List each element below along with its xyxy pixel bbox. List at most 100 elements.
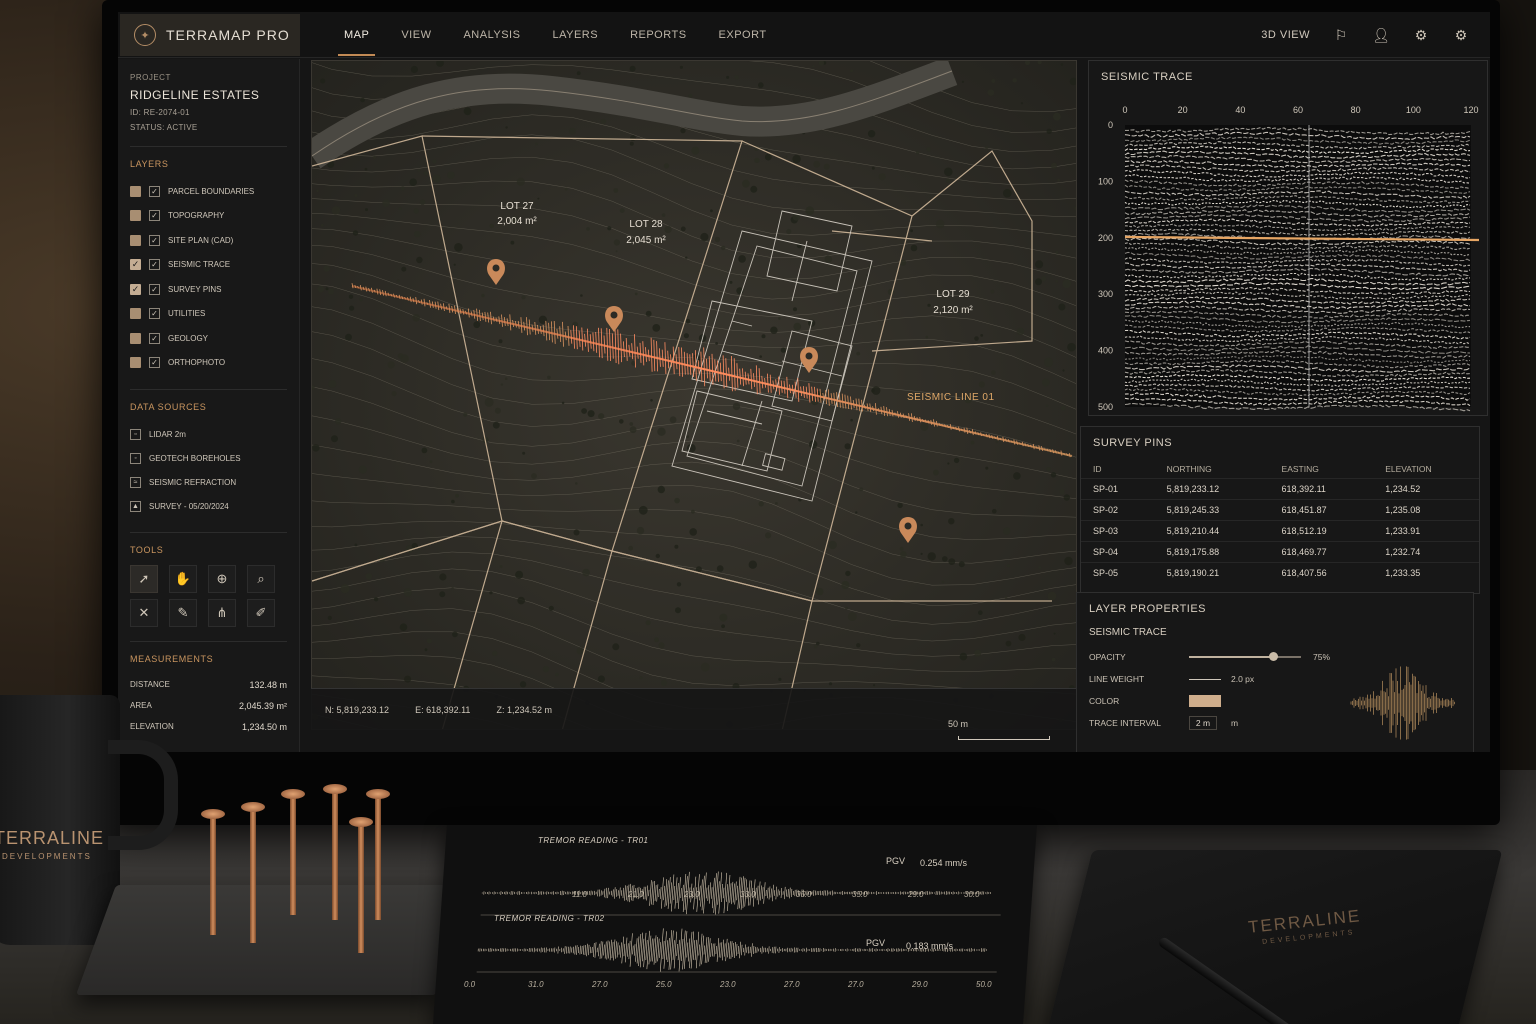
nav-view[interactable]: VIEW xyxy=(385,12,447,58)
shrub xyxy=(657,427,666,436)
shrub xyxy=(400,186,405,191)
layer-visibility-checkbox[interactable]: ✓ xyxy=(130,259,141,271)
pan-tool-icon[interactable]: ✋ xyxy=(169,565,197,593)
layer-visibility-checkbox[interactable] xyxy=(130,234,141,246)
data-source-item[interactable]: ▲ SURVEY - 05/20/2024 xyxy=(130,494,287,518)
layer-select-checkbox[interactable]: ✓ xyxy=(149,283,160,295)
nav-reports[interactable]: REPORTS xyxy=(614,12,702,58)
measurement-elevation: ELEVATION 1,234.50 m xyxy=(130,721,287,732)
table-row[interactable]: SP-04 5,819,175.88 618,469.77 1,232.74 xyxy=(1081,541,1479,563)
measure-tool-icon[interactable]: ✕ xyxy=(130,599,158,627)
pencil-icon[interactable]: ✎ xyxy=(169,599,197,627)
layer-visibility-checkbox[interactable] xyxy=(130,308,141,320)
trace-interval-input[interactable]: 2 m xyxy=(1189,716,1217,730)
layer-select-checkbox[interactable]: ✓ xyxy=(149,357,160,369)
measurements-section: MEASUREMENTS DISTANCE 132.48 m AREA 2,045.… xyxy=(130,641,287,737)
layer-row[interactable]: ✓ GEOLOGY xyxy=(130,326,287,351)
nav-export[interactable]: EXPORT xyxy=(703,12,783,58)
opacity-knob[interactable] xyxy=(1269,652,1278,661)
shrub xyxy=(714,236,721,243)
shrub xyxy=(948,558,956,565)
brand[interactable]: ✦ TERRAMAP PRO xyxy=(120,14,300,56)
table-row[interactable]: SP-02 5,819,245.33 618,451.87 1,235.08 xyxy=(1081,499,1479,521)
layer-row[interactable]: ✓ ORTHOPHOTO xyxy=(130,351,287,376)
map-canvas[interactable]: LOT 27 2,004 m² LOT 28 2,045 m² LOT 29 2… xyxy=(311,60,1077,730)
color-swatch[interactable] xyxy=(1189,695,1221,707)
layer-visibility-checkbox[interactable]: ✓ xyxy=(130,283,141,295)
shrub xyxy=(845,570,851,577)
nav-map[interactable]: MAP xyxy=(328,12,385,58)
shrub xyxy=(824,255,833,263)
bookmark-icon[interactable]: ⚐ xyxy=(1332,26,1350,44)
search-icon[interactable]: ⌕ xyxy=(247,565,275,593)
tremor-wiggle xyxy=(687,938,691,962)
x-tick-label: 100 xyxy=(1406,105,1421,115)
column-header[interactable]: NORTHING xyxy=(1155,459,1270,479)
layer-select-checkbox[interactable]: ✓ xyxy=(149,308,160,320)
tremor-wiggle xyxy=(659,942,661,958)
edit-icon[interactable]: ✐ xyxy=(247,599,275,627)
layer-select-checkbox[interactable]: ✓ xyxy=(149,185,160,197)
layer-row[interactable]: ✓ ✓ SEISMIC TRACE xyxy=(130,253,287,278)
layer-visibility-checkbox[interactable] xyxy=(130,185,141,197)
table-row[interactable]: SP-05 5,819,190.21 618,407.56 1,233.35 xyxy=(1081,562,1479,584)
table-cell: 5,819,190.21 xyxy=(1154,562,1270,584)
layer-select-checkbox[interactable]: ✓ xyxy=(149,234,160,246)
shrub xyxy=(645,310,652,317)
tremor-wiggle xyxy=(635,938,638,962)
tremor-wiggle xyxy=(686,942,689,958)
opacity-slider[interactable] xyxy=(1189,652,1301,661)
tremor-wiggle xyxy=(787,889,789,897)
zoom-in-icon[interactable]: ⊕ xyxy=(208,565,236,593)
tremor-wiggle xyxy=(758,881,761,905)
layer-visibility-checkbox[interactable] xyxy=(130,357,141,369)
layer-select-checkbox[interactable]: ✓ xyxy=(149,210,160,222)
tremor-tick-label: 27.0 xyxy=(784,980,800,989)
column-header[interactable]: ELEVATION xyxy=(1373,459,1479,479)
shrub xyxy=(770,326,778,334)
data-source-item[interactable]: ▫ LIDAR 2m xyxy=(130,422,287,446)
scale-bar xyxy=(958,736,1050,740)
nav-layers[interactable]: LAYERS xyxy=(536,12,614,58)
layer-row[interactable]: ✓ SITE PLAN (CAD) xyxy=(130,228,287,253)
tremor-wiggle xyxy=(604,888,606,898)
column-header[interactable]: ID xyxy=(1081,459,1155,479)
tremor-tick-label: 25.0 xyxy=(656,980,672,989)
data-source-item[interactable]: ◦ GEOTECH BOREHOLES xyxy=(130,446,287,470)
layer-row[interactable]: ✓ UTILITIES xyxy=(130,302,287,327)
shrub xyxy=(607,226,612,231)
user-icon[interactable]: 👤︎ xyxy=(1372,26,1390,44)
shrub xyxy=(1038,566,1042,569)
table-row[interactable]: SP-01 5,819,233.12 618,392.11 1,234.52 xyxy=(1081,478,1479,500)
tremor-wiggle xyxy=(579,945,581,955)
layer-visibility-checkbox[interactable] xyxy=(130,332,141,344)
shrub xyxy=(619,419,624,424)
settings-icon[interactable]: ⚙ xyxy=(1452,26,1470,44)
shrub xyxy=(630,135,636,141)
layer-select-checkbox[interactable]: ✓ xyxy=(149,259,160,271)
gear-icon[interactable]: ⚙ xyxy=(1412,26,1430,44)
shrub xyxy=(391,391,397,397)
layer-row[interactable]: ✓ PARCEL BOUNDARIES xyxy=(130,179,287,204)
layer-select-checkbox[interactable]: ✓ xyxy=(149,332,160,344)
nav-analysis[interactable]: ANALYSIS xyxy=(447,12,536,58)
column-header[interactable]: EASTING xyxy=(1270,459,1374,479)
tremor-wiggle xyxy=(730,941,733,959)
shrub xyxy=(629,422,634,426)
layer-row[interactable]: ✓ ✓ SURVEY PINS xyxy=(130,277,287,302)
data-source-item[interactable]: ≈ SEISMIC REFRACTION xyxy=(130,470,287,494)
tremor-wiggle xyxy=(624,885,626,901)
layer-visibility-checkbox[interactable] xyxy=(130,210,141,222)
view-3d-button[interactable]: 3D VIEW xyxy=(1261,29,1310,41)
select-tool-icon[interactable]: ➚ xyxy=(130,565,158,593)
tremor-wiggle xyxy=(604,941,607,959)
shrub xyxy=(721,624,725,629)
node-tool-icon[interactable]: ⋔ xyxy=(208,599,236,627)
shrub xyxy=(729,280,733,284)
color-label: COLOR xyxy=(1089,696,1120,706)
layer-row[interactable]: ✓ TOPOGRAPHY xyxy=(130,204,287,229)
table-row[interactable]: SP-03 5,819,210.44 618,512.19 1,233.91 xyxy=(1081,520,1479,542)
line-weight-value[interactable]: 2.0 px xyxy=(1231,674,1254,684)
tremor-tick-label: 23.0 xyxy=(720,980,736,989)
opacity-value: 75% xyxy=(1313,652,1331,662)
